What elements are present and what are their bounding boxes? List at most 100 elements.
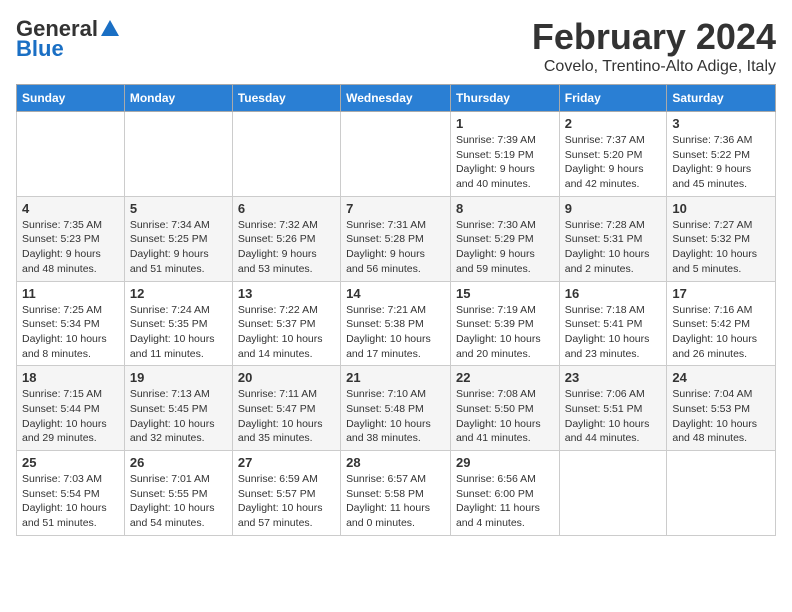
calendar-day-cell: 16 Sunrise: 7:18 AMSunset: 5:41 PMDayligh… [559,281,667,366]
calendar-day-cell: 3Sunrise: 7:36 AMSunset: 5:22 PMDaylight… [667,112,776,197]
calendar-day-header: Saturday [667,85,776,112]
logo-icon [99,18,121,40]
day-info: Sunrise: 7:18 AMSunset: 5:41 PMDaylight:… [565,303,662,362]
day-number: 18 [22,370,119,385]
day-info: Sunrise: 6:57 AMSunset: 5:58 PMDaylight:… [346,472,445,531]
logo-blue-text: Blue [16,36,64,62]
calendar-day-cell: 15 Sunrise: 7:19 AMSunset: 5:39 PMDayligh… [450,281,559,366]
calendar-day-cell: 26 Sunrise: 7:01 AMSunset: 5:55 PMDayligh… [124,451,232,536]
day-number: 7 [346,201,445,216]
day-number: 17 [672,286,770,301]
day-number: 5 [130,201,227,216]
day-number: 2 [565,116,662,131]
day-number: 13 [238,286,335,301]
calendar-day-cell [667,451,776,536]
day-info: Sunrise: 7:01 AMSunset: 5:55 PMDaylight:… [130,472,227,531]
calendar-day-cell: 17 Sunrise: 7:16 AMSunset: 5:42 PMDayligh… [667,281,776,366]
calendar-day-header: Monday [124,85,232,112]
day-info: Sunrise: 7:25 AMSunset: 5:34 PMDaylight:… [22,303,119,362]
calendar-table: SundayMondayTuesdayWednesdayThursdayFrid… [16,84,776,536]
calendar-day-cell: 19 Sunrise: 7:13 AMSunset: 5:45 PMDayligh… [124,366,232,451]
day-info: Sunrise: 7:27 AMSunset: 5:32 PMDaylight:… [672,218,770,277]
day-number: 6 [238,201,335,216]
calendar-day-header: Tuesday [232,85,340,112]
calendar-week-row: 1 Sunrise: 7:39 AMSunset: 5:19 PMDaylight… [17,112,776,197]
calendar-day-cell: 9 Sunrise: 7:28 AMSunset: 5:31 PMDaylight… [559,196,667,281]
day-info: Sunrise: 7:31 AMSunset: 5:28 PMDaylight:… [346,218,445,277]
day-number: 4 [22,201,119,216]
calendar-day-cell [341,112,451,197]
day-info: Sunrise: 7:13 AMSunset: 5:45 PMDaylight:… [130,387,227,446]
day-info: Sunrise: 7:22 AMSunset: 5:37 PMDaylight:… [238,303,335,362]
calendar-day-cell [232,112,340,197]
day-info: Sunrise: 7:36 AMSunset: 5:22 PMDaylight:… [672,133,770,192]
day-number: 8 [456,201,554,216]
title-block: February 2024 Covelo, Trentino-Alto Adig… [532,16,776,76]
day-number: 14 [346,286,445,301]
calendar-day-cell: 25 Sunrise: 7:03 AMSunset: 5:54 PMDayligh… [17,451,125,536]
calendar-day-cell: 20 Sunrise: 7:11 AMSunset: 5:47 PMDayligh… [232,366,340,451]
day-info: Sunrise: 7:03 AMSunset: 5:54 PMDaylight:… [22,472,119,531]
day-info: Sunrise: 7:30 AMSunset: 5:29 PMDaylight:… [456,218,554,277]
day-info: Sunrise: 7:24 AMSunset: 5:35 PMDaylight:… [130,303,227,362]
day-info: Sunrise: 7:06 AMSunset: 5:51 PMDaylight:… [565,387,662,446]
calendar-day-header: Friday [559,85,667,112]
calendar-day-cell: 27 Sunrise: 6:59 AMSunset: 5:57 PMDayligh… [232,451,340,536]
day-info: Sunrise: 7:21 AMSunset: 5:38 PMDaylight:… [346,303,445,362]
day-number: 15 [456,286,554,301]
page-header: General Blue February 2024 Covelo, Trent… [16,16,776,76]
calendar-day-cell: 4 Sunrise: 7:35 AMSunset: 5:23 PMDaylight… [17,196,125,281]
day-number: 1 [456,116,554,131]
day-info: Sunrise: 6:59 AMSunset: 5:57 PMDaylight:… [238,472,335,531]
calendar-day-cell: 24Sunrise: 7:04 AMSunset: 5:53 PMDayligh… [667,366,776,451]
calendar-day-header: Sunday [17,85,125,112]
day-number: 19 [130,370,227,385]
day-number: 25 [22,455,119,470]
day-info: Sunrise: 7:11 AMSunset: 5:47 PMDaylight:… [238,387,335,446]
calendar-day-cell: 7 Sunrise: 7:31 AMSunset: 5:28 PMDaylight… [341,196,451,281]
day-number: 16 [565,286,662,301]
calendar-day-cell: 29Sunrise: 6:56 AMSunset: 6:00 PMDayligh… [450,451,559,536]
day-number: 11 [22,286,119,301]
calendar-day-cell: 23 Sunrise: 7:06 AMSunset: 5:51 PMDayligh… [559,366,667,451]
day-info: Sunrise: 7:37 AMSunset: 5:20 PMDaylight:… [565,133,662,192]
day-info: Sunrise: 7:34 AMSunset: 5:25 PMDaylight:… [130,218,227,277]
calendar-day-cell: 11 Sunrise: 7:25 AMSunset: 5:34 PMDayligh… [17,281,125,366]
calendar-day-cell: 13 Sunrise: 7:22 AMSunset: 5:37 PMDayligh… [232,281,340,366]
calendar-week-row: 11 Sunrise: 7:25 AMSunset: 5:34 PMDayligh… [17,281,776,366]
calendar-day-cell [124,112,232,197]
day-info: Sunrise: 7:19 AMSunset: 5:39 PMDaylight:… [456,303,554,362]
day-info: Sunrise: 7:28 AMSunset: 5:31 PMDaylight:… [565,218,662,277]
calendar-day-cell: 12 Sunrise: 7:24 AMSunset: 5:35 PMDayligh… [124,281,232,366]
day-number: 23 [565,370,662,385]
day-number: 9 [565,201,662,216]
day-info: Sunrise: 7:39 AMSunset: 5:19 PMDaylight:… [456,133,554,192]
day-number: 26 [130,455,227,470]
day-number: 29 [456,455,554,470]
day-number: 24 [672,370,770,385]
calendar-week-row: 18Sunrise: 7:15 AMSunset: 5:44 PMDayligh… [17,366,776,451]
calendar-day-cell: 21 Sunrise: 7:10 AMSunset: 5:48 PMDayligh… [341,366,451,451]
month-title: February 2024 [532,16,776,58]
calendar-day-cell: 1 Sunrise: 7:39 AMSunset: 5:19 PMDaylight… [450,112,559,197]
calendar-day-cell: 2 Sunrise: 7:37 AMSunset: 5:20 PMDaylight… [559,112,667,197]
calendar-day-cell: 22Sunrise: 7:08 AMSunset: 5:50 PMDayligh… [450,366,559,451]
day-info: Sunrise: 7:16 AMSunset: 5:42 PMDaylight:… [672,303,770,362]
day-number: 27 [238,455,335,470]
day-number: 10 [672,201,770,216]
day-info: Sunrise: 7:32 AMSunset: 5:26 PMDaylight:… [238,218,335,277]
calendar-day-cell: 8 Sunrise: 7:30 AMSunset: 5:29 PMDaylight… [450,196,559,281]
day-number: 21 [346,370,445,385]
subtitle: Covelo, Trentino-Alto Adige, Italy [532,58,776,76]
day-number: 20 [238,370,335,385]
day-number: 22 [456,370,554,385]
calendar-day-cell: 18Sunrise: 7:15 AMSunset: 5:44 PMDayligh… [17,366,125,451]
day-number: 12 [130,286,227,301]
day-info: Sunrise: 7:35 AMSunset: 5:23 PMDaylight:… [22,218,119,277]
day-info: Sunrise: 7:10 AMSunset: 5:48 PMDaylight:… [346,387,445,446]
calendar-day-cell [17,112,125,197]
calendar-body: 1 Sunrise: 7:39 AMSunset: 5:19 PMDaylight… [17,112,776,536]
calendar-day-cell: 14 Sunrise: 7:21 AMSunset: 5:38 PMDayligh… [341,281,451,366]
calendar-day-cell: 10 Sunrise: 7:27 AMSunset: 5:32 PMDayligh… [667,196,776,281]
calendar-week-row: 25 Sunrise: 7:03 AMSunset: 5:54 PMDayligh… [17,451,776,536]
